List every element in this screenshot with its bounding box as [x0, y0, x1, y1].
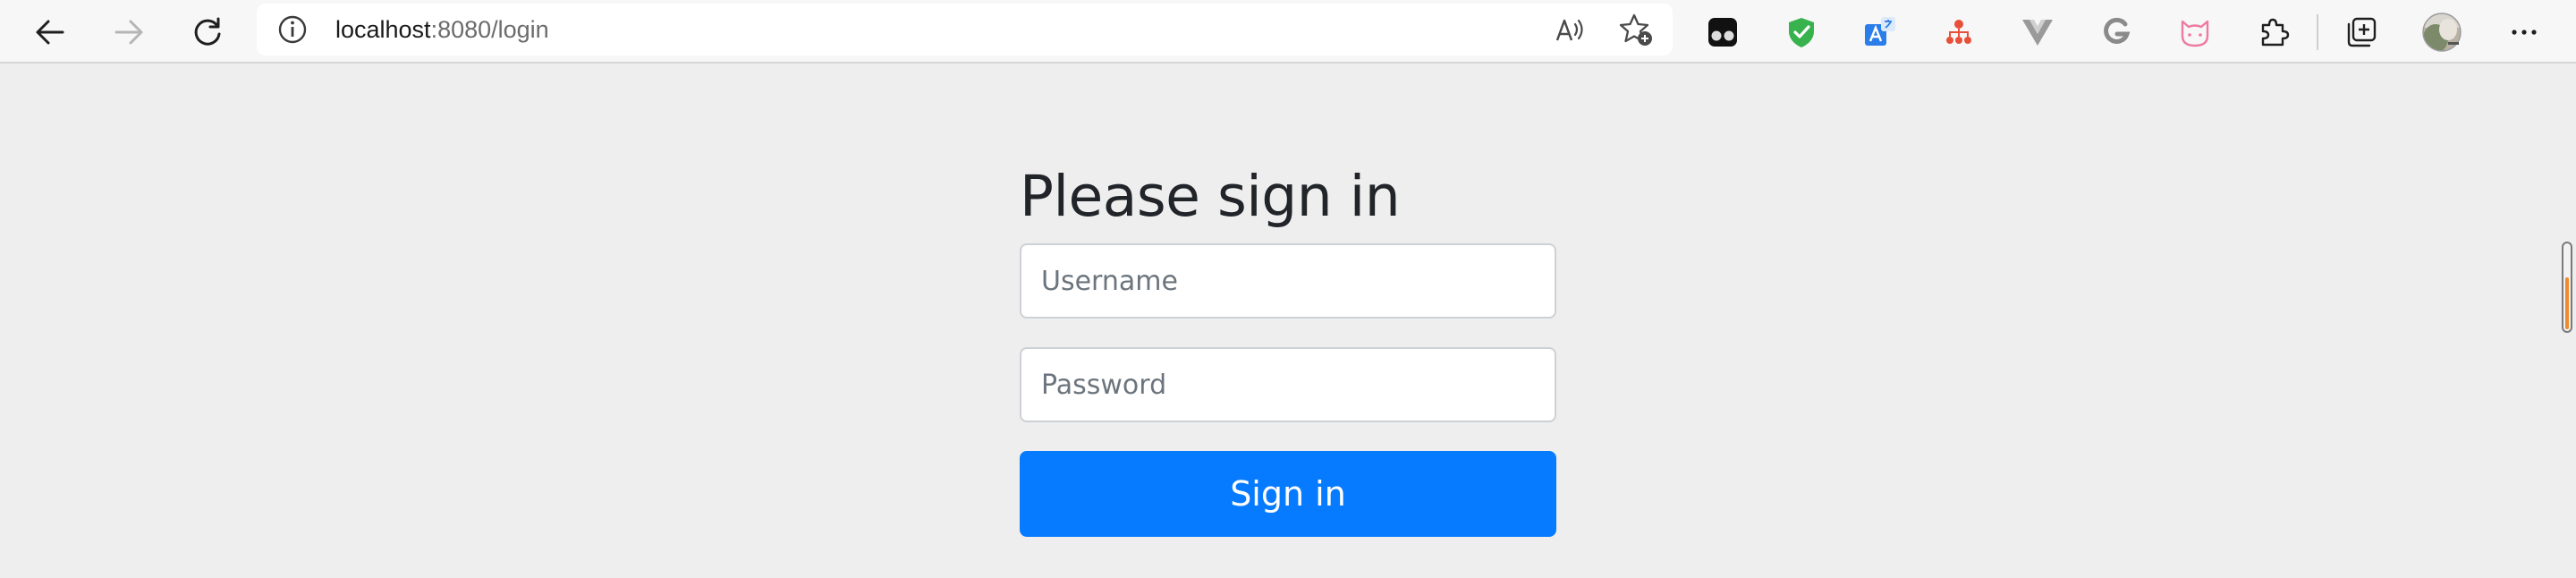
- forward-button[interactable]: [106, 9, 152, 55]
- grammarly-g-icon: [2104, 17, 2131, 44]
- refresh-icon: [194, 17, 221, 46]
- translate-extension[interactable]: [1859, 11, 1902, 54]
- url-text[interactable]: localhost:8080/login: [335, 4, 549, 55]
- grammarly-extension[interactable]: [2095, 11, 2138, 54]
- page-title: Please sign in: [1020, 164, 1401, 229]
- arrow-left-icon: [36, 20, 64, 45]
- more-menu-icon: [2512, 30, 2537, 35]
- password-input[interactable]: [1020, 347, 1556, 422]
- vue-devtools-icon: [2022, 20, 2053, 46]
- collections-button[interactable]: [2340, 11, 2383, 54]
- scrollbar-thumb[interactable]: [2565, 277, 2569, 329]
- add-favorite-icon: [1619, 13, 1652, 46]
- info-icon[interactable]: [276, 13, 309, 46]
- browser-toolbar: localhost:8080/login: [0, 0, 2576, 64]
- login-form: Please sign in Sign in: [1020, 152, 1556, 537]
- adguard-shield-icon: [1789, 18, 1814, 47]
- username-input[interactable]: [1020, 243, 1556, 319]
- address-bar[interactable]: localhost:8080/login: [257, 4, 1673, 55]
- profile-avatar: [2422, 13, 2462, 52]
- vue-devtools-extension[interactable]: [2016, 11, 2059, 54]
- extensions-puzzle-icon: [2261, 18, 2290, 47]
- profile-button[interactable]: [2420, 11, 2463, 54]
- sitemap-icon: [1946, 20, 1971, 44]
- cat-extension[interactable]: [2174, 11, 2216, 54]
- sitemap-extension[interactable]: [1937, 11, 1980, 54]
- url-path: :8080/login: [430, 16, 549, 43]
- tampermonkey-icon: [1708, 18, 1737, 47]
- tampermonkey-extension[interactable]: [1701, 11, 1744, 54]
- back-button[interactable]: [27, 9, 73, 55]
- toolbar-divider: [2317, 14, 2318, 50]
- cat-icon: [2181, 20, 2209, 47]
- adguard-extension[interactable]: [1780, 11, 1823, 54]
- translate-icon: [1865, 17, 1895, 46]
- extensions-button[interactable]: [2252, 11, 2295, 54]
- read-aloud-icon: [1555, 19, 1583, 41]
- collections-icon: [2347, 17, 2377, 47]
- add-favorite-button[interactable]: [1618, 12, 1654, 47]
- refresh-button[interactable]: [184, 9, 231, 55]
- read-aloud-button[interactable]: [1554, 12, 1589, 47]
- scrollbar[interactable]: [2562, 242, 2572, 333]
- url-host: localhost: [335, 16, 431, 43]
- sign-in-button[interactable]: Sign in: [1020, 451, 1556, 537]
- more-menu-button[interactable]: [2503, 11, 2546, 54]
- arrow-right-icon: [114, 20, 143, 45]
